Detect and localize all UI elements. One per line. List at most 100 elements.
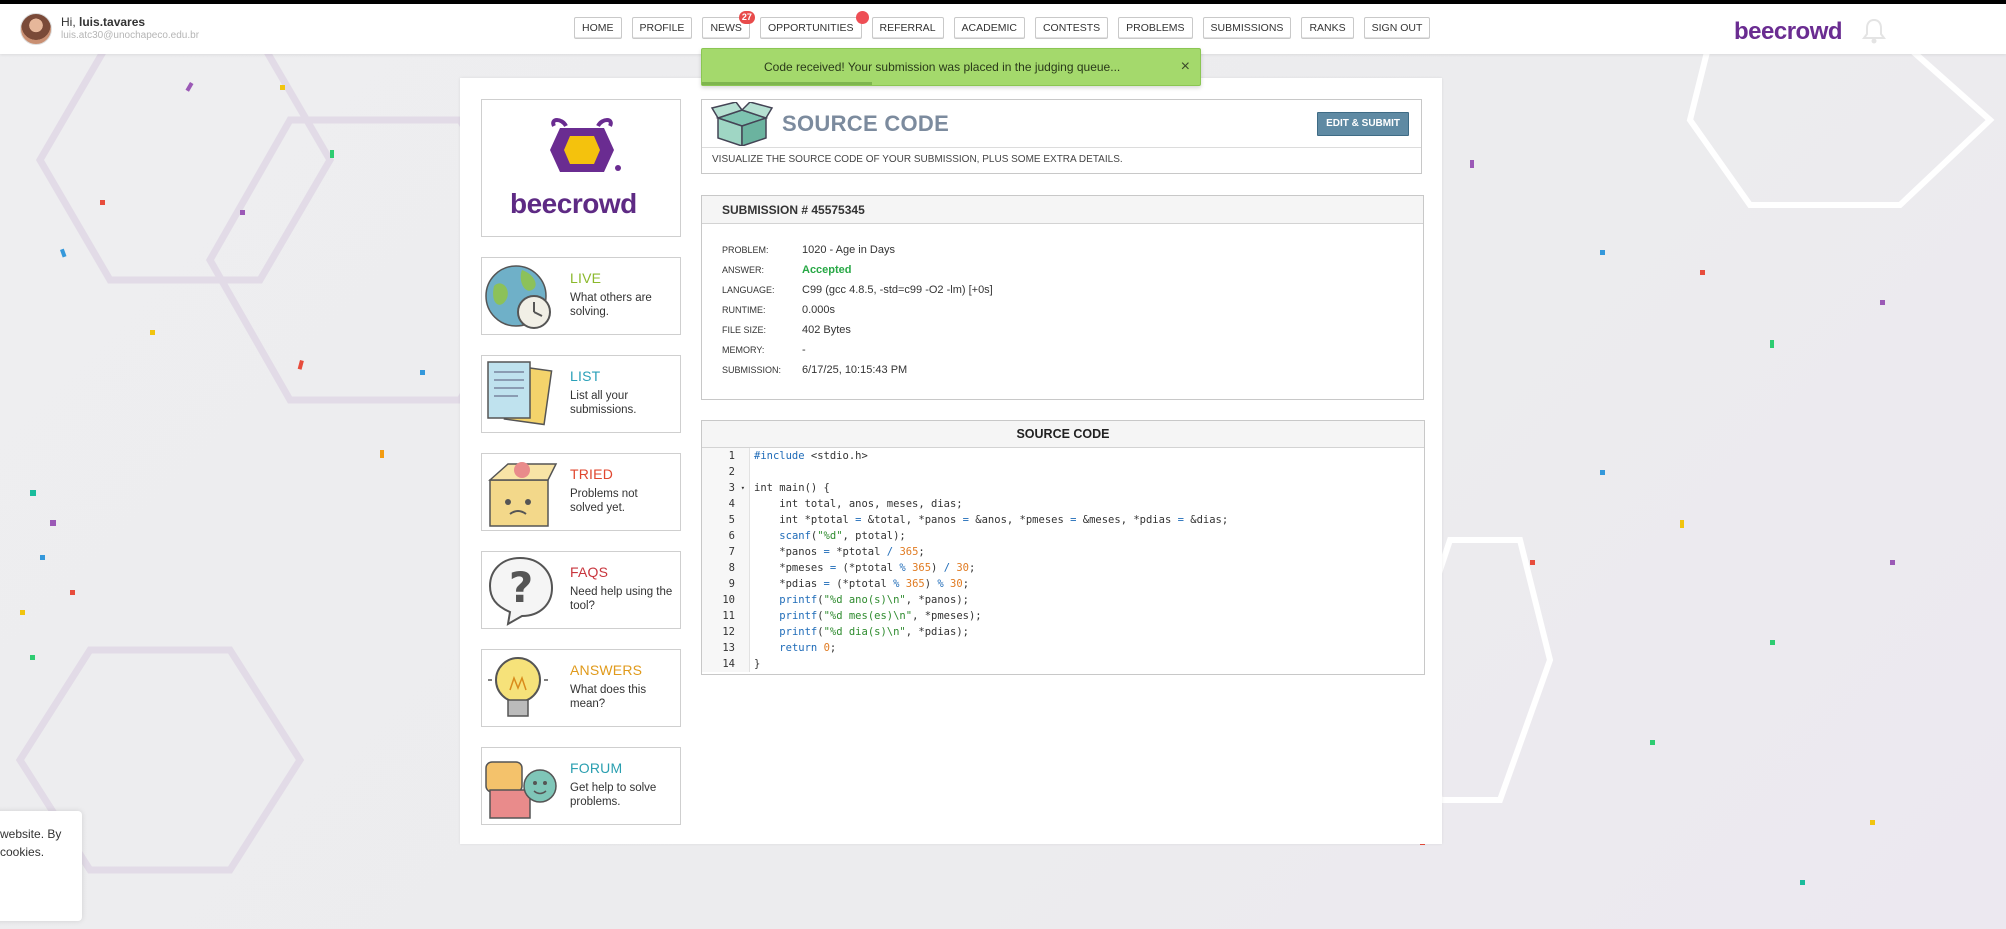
brand-logo[interactable]: beecrowd (1734, 18, 1843, 46)
submission-heading: SUBMISSION # 45575345 (702, 196, 1423, 224)
source-code-viewer: SOURCE CODE 1 2 3 ▾ 4 5 6 7 8 9 10 11 12 13 14 #includ… (701, 420, 1425, 675)
nav-contests[interactable]: CONTESTS (1034, 17, 1109, 39)
detail-row-problem: PROBLEM: 1020 - Age in Days (702, 240, 1423, 260)
cookie-notice: website. By cookies. (0, 811, 82, 921)
detail-row-memory: MEMORY: - (702, 340, 1423, 360)
detail-value-file-size: 402 Bytes (802, 324, 851, 336)
close-icon[interactable]: × (1181, 49, 1190, 85)
line-number: 2 (728, 466, 735, 478)
line-number: 7 (728, 546, 735, 558)
nav-news[interactable]: NEWS 27 (702, 11, 755, 39)
notification-toast: Code received! Your submission was place… (701, 48, 1201, 86)
fold-arrow-icon[interactable]: ▾ (741, 480, 745, 496)
source-code-heading: SOURCE CODE (702, 421, 1424, 448)
nav-problems[interactable]: PROBLEMS (1118, 17, 1193, 39)
bell-icon[interactable] (1861, 17, 1887, 45)
code-line: scanf("%d", ptotal); (779, 530, 906, 542)
greeting: Hi, luis.tavares (61, 16, 199, 29)
sidebar-item-forum-title: FORUM (570, 760, 623, 776)
cookie-text-line: cookies. (0, 845, 45, 859)
detail-label: FILE SIZE: (722, 325, 767, 335)
code-line: int *ptotal = &total, *panos = &anos, *p… (754, 514, 1229, 526)
detail-value-timestamp: 6/17/25, 10:15:43 PM (802, 364, 908, 376)
sidebar-item-live-title: LIVE (570, 270, 602, 286)
sidebar-item-faqs-desc: Need help using the tool? (570, 586, 673, 612)
nav-profile[interactable]: PROFILE (631, 17, 693, 39)
detail-label: ANSWER: (722, 265, 765, 275)
sidebar-item-forum-desc: Get help to solve problems. (570, 782, 657, 808)
main-nav: HOME PROFILE NEWS 27 OPPORTUNITIES REFERR… (574, 11, 1440, 39)
bee-logo-icon (550, 118, 621, 172)
line-number: 4 (728, 498, 735, 510)
box-character-icon (488, 462, 558, 527)
site-header: Hi, luis.tavares luis.atc30@unochapeco.e… (0, 4, 2006, 54)
question-bubble-icon: ? (488, 556, 554, 626)
detail-value-problem[interactable]: 1020 - Age in Days (802, 240, 895, 260)
nav-academic[interactable]: ACADEMIC (953, 17, 1025, 39)
detail-row-language: LANGUAGE: C99 (gcc 4.8.5, -std=c99 -O2 -… (702, 280, 1423, 300)
line-number: 1 (728, 450, 735, 462)
code-line: *panos = *ptotal / 365; (754, 546, 925, 558)
nav-home[interactable]: HOME (574, 17, 622, 39)
cookie-text-line: website. By (0, 827, 62, 841)
open-box-icon (710, 102, 774, 146)
detail-label: PROBLEM: (722, 245, 769, 255)
detail-label: LANGUAGE: (722, 285, 775, 295)
line-number: 13 (722, 642, 735, 654)
detail-row-answer: ANSWER: Accepted (702, 260, 1423, 280)
nav-news-label: NEWS (710, 22, 742, 34)
main-card: beecrowd LIVE What others are solving. L… (460, 78, 1442, 844)
line-number: 9 (728, 578, 735, 590)
lightbulb-icon (488, 657, 548, 717)
line-number: 12 (722, 626, 735, 638)
code-line: #include <stdio.h> (754, 450, 868, 462)
sidebar-item-answers[interactable]: ANSWERS What does this mean? (481, 649, 681, 727)
sidebar-logo-text: beecrowd (510, 188, 637, 219)
line-number: 3 ▾ (728, 480, 745, 496)
sidebar-item-tried-desc: Problems not solved yet. (570, 488, 638, 514)
code-line: printf("%d mes(es)\n", *pmeses); (779, 610, 982, 622)
nav-opportunities[interactable]: OPPORTUNITIES (759, 11, 869, 39)
nav-referral[interactable]: REFERRAL (871, 17, 944, 39)
detail-value-language: C99 (gcc 4.8.5, -std=c99 -O2 -lm) [+0s] (802, 284, 993, 296)
sidebar-item-live-desc: What others are solving. (570, 292, 652, 318)
sidebar: beecrowd LIVE What others are solving. L… (481, 99, 681, 825)
line-number: 10 (722, 594, 735, 606)
avatar[interactable] (20, 13, 52, 45)
sidebar-item-faqs[interactable]: ? FAQS Need help using the tool? (481, 551, 681, 629)
user-box[interactable]: Hi, luis.tavares luis.atc30@unochapeco.e… (20, 13, 199, 45)
nav-sign-out[interactable]: SIGN OUT (1363, 17, 1431, 39)
sidebar-item-faqs-title: FAQS (570, 564, 609, 580)
code-line: *pdias = (*ptotal % 365) % 30; (754, 578, 970, 590)
code-line: int total, anos, meses, dias; (754, 498, 963, 510)
documents-icon (487, 361, 553, 426)
user-info: Hi, luis.tavares luis.atc30@unochapeco.e… (61, 16, 199, 42)
forum-chat-icon (485, 761, 557, 819)
toast-message: Code received! Your submission was place… (764, 60, 1121, 74)
submission-table: PROBLEM: 1020 - Age in Days ANSWER: Acce… (702, 240, 1423, 380)
sidebar-item-live[interactable]: LIVE What others are solving. (481, 257, 681, 335)
status-badge: Accepted (802, 264, 852, 276)
news-count-badge: 27 (738, 11, 755, 24)
detail-label: MEMORY: (722, 345, 765, 355)
sidebar-item-list[interactable]: LIST List all your submissions. (481, 355, 681, 433)
nav-ranks[interactable]: RANKS (1301, 17, 1354, 39)
sidebar-item-tried[interactable]: TRIED Problems not solved yet. (481, 453, 681, 531)
nav-submissions[interactable]: SUBMISSIONS (1202, 17, 1292, 39)
code-line: } (754, 658, 761, 670)
panel-header-top: SOURCE CODE EDIT & SUBMIT (702, 100, 1421, 148)
edit-submit-button[interactable]: EDIT & SUBMIT (1317, 112, 1409, 136)
source-code-panel-header: SOURCE CODE EDIT & SUBMIT VISUALIZE THE … (701, 99, 1422, 174)
code-line: int main() { (754, 482, 830, 494)
sidebar-item-tried-title: TRIED (570, 466, 613, 482)
sidebar-item-forum[interactable]: FORUM Get help to solve problems. (481, 747, 681, 825)
sidebar-logo-box: beecrowd (481, 99, 681, 237)
line-number-gutter: 1 2 3 ▾ 4 5 6 7 8 9 10 11 12 13 14 (702, 448, 750, 672)
code-editor[interactable]: 1 2 3 ▾ 4 5 6 7 8 9 10 11 12 13 14 #include <stdio.h> i… (702, 448, 1424, 672)
code-line: printf("%d ano(s)\n", *panos); (779, 594, 969, 606)
sidebar-item-answers-title: ANSWERS (570, 662, 643, 678)
page-subtitle: VISUALIZE THE SOURCE CODE OF YOUR SUBMIS… (712, 154, 1123, 165)
user-email: luis.atc30@unochapeco.edu.br (61, 30, 200, 41)
line-number: 5 (728, 514, 735, 526)
